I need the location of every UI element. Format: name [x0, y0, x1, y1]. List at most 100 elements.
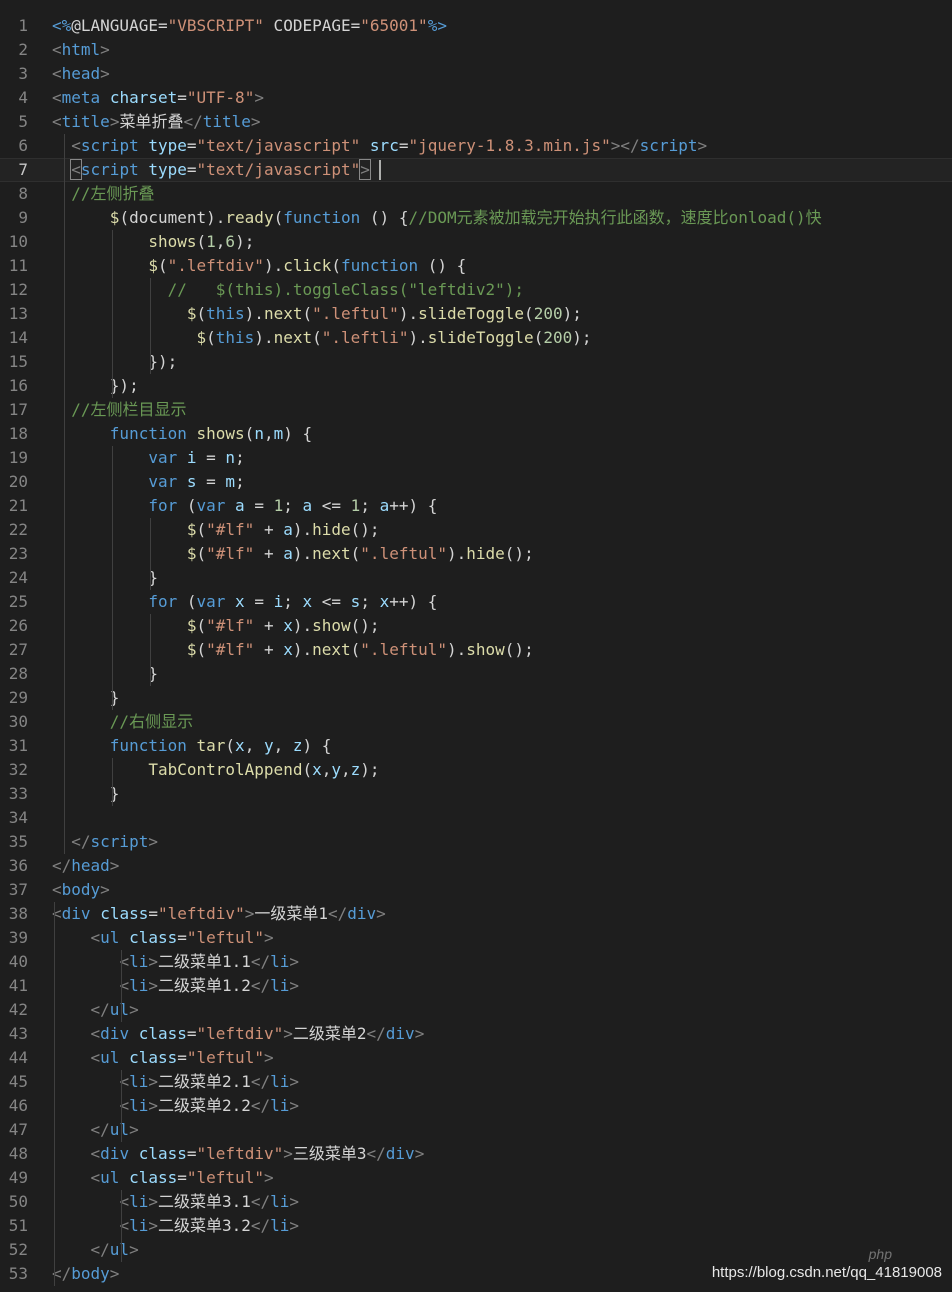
indent-guide [112, 446, 113, 710]
line-code: <ul class="leftul"> [52, 1166, 274, 1190]
code-line[interactable]: 41 <li>二级菜单1.2</li> [0, 974, 952, 998]
code-line[interactable]: 3 <head> [0, 62, 952, 86]
code-line[interactable]: 44 <ul class="leftul"> [0, 1046, 952, 1070]
code-line[interactable]: 40 <li>二级菜单1.1</li> [0, 950, 952, 974]
code-token: var [196, 496, 226, 515]
code-line[interactable]: 20 var s = m; [0, 470, 952, 494]
code-token: ul [100, 1048, 120, 1067]
php-logo: php [868, 1246, 892, 1262]
code-line[interactable]: 28 } [0, 662, 952, 686]
code-line[interactable]: 30 //右侧显示 [0, 710, 952, 734]
code-token: a [235, 496, 245, 515]
line-code: </body> [52, 1262, 119, 1286]
code-token: } [52, 664, 158, 683]
code-line[interactable]: 45 <li>二级菜单2.1</li> [0, 1070, 952, 1094]
code-line[interactable]: 7 <script type="text/javascript"> [0, 158, 952, 182]
indent-guide [112, 230, 113, 398]
indent-guide [64, 134, 65, 854]
code-line[interactable]: 6 <script type="text/javascript" src="jq… [0, 134, 952, 158]
code-line[interactable]: 46 <li>二级菜单2.2</li> [0, 1094, 952, 1118]
code-token: $ [186, 640, 197, 659]
code-line[interactable]: 1 <%@LANGUAGE="VBSCRIPT" CODEPAGE="65001"… [0, 14, 952, 38]
code-line[interactable]: 42 </ul> [0, 998, 952, 1022]
code-line[interactable]: 23 $("#lf" + a).next(".leftul").hide(); [0, 542, 952, 566]
code-line[interactable]: 11 $(".leftdiv").click(function () { [0, 254, 952, 278]
code-line[interactable]: 27 $("#lf" + x).next(".leftul").show(); [0, 638, 952, 662]
code-line[interactable]: 48 <div class="leftdiv">三级菜单3</div> [0, 1142, 952, 1166]
line-code: </ul> [52, 1118, 139, 1142]
code-line[interactable]: 34 [0, 806, 952, 830]
code-token: = [177, 88, 187, 107]
code-token: ( [206, 328, 216, 347]
code-token: class [129, 928, 178, 947]
code-token: y [331, 760, 342, 779]
code-line[interactable]: 37 <body> [0, 878, 952, 902]
code-line[interactable]: 4 <meta charset="UTF-8"> [0, 86, 952, 110]
code-token: li [129, 952, 149, 971]
code-line[interactable]: 2 <html> [0, 38, 952, 62]
code-token: 1 [206, 232, 216, 251]
line-number: 38 [8, 904, 28, 923]
code-token: </ [250, 952, 271, 971]
code-token: ( [196, 520, 207, 539]
code-line[interactable]: 51 <li>二级菜单3.2</li> [0, 1214, 952, 1238]
code-token: ). [447, 544, 467, 563]
code-line[interactable]: 29 } [0, 686, 952, 710]
code-token: "#lf" [206, 640, 255, 659]
code-line[interactable]: 31 function tar(x, y, z) { [0, 734, 952, 758]
code-editor[interactable]: 1 <%@LANGUAGE="VBSCRIPT" CODEPAGE="65001"… [0, 0, 952, 1292]
code-token: ). [292, 616, 313, 635]
code-line[interactable]: 36 </head> [0, 854, 952, 878]
line-code: function shows(n,m) { [52, 422, 312, 446]
code-token: var [148, 472, 178, 491]
code-line[interactable]: 26 $("#lf" + x).show(); [0, 614, 952, 638]
code-line[interactable]: 50 <li>二级菜单3.1</li> [0, 1190, 952, 1214]
code-token: div [100, 1144, 130, 1163]
code-line[interactable]: 16 }); [0, 374, 952, 398]
code-line[interactable]: 35 </script> [0, 830, 952, 854]
code-line[interactable]: 25 for (var x = i; x <= s; x++) { [0, 590, 952, 614]
code-token: $ [196, 328, 207, 347]
code-line[interactable]: 17 //左侧栏目显示 [0, 398, 952, 422]
code-line[interactable]: 49 <ul class="leftul"> [0, 1166, 952, 1190]
code-token: y [263, 736, 274, 755]
code-line[interactable]: 15 }); [0, 350, 952, 374]
code-line[interactable]: 18 function shows(n,m) { [0, 422, 952, 446]
code-line[interactable]: 10 shows(1,6); [0, 230, 952, 254]
code-line[interactable]: 47 </ul> [0, 1118, 952, 1142]
code-token: class [100, 904, 149, 923]
code-token: , [341, 760, 351, 779]
code-line[interactable]: 24 } [0, 566, 952, 590]
watermark-url: https://blog.csdn.net/qq_41819008 [711, 1264, 942, 1281]
code-line[interactable]: 12 // $(this).toggleClass("leftdiv2"); [0, 278, 952, 302]
code-line[interactable]: 33 } [0, 782, 952, 806]
code-line[interactable]: 43 <div class="leftdiv">二级菜单2</div> [0, 1022, 952, 1046]
code-line[interactable]: 8 //左侧折叠 [0, 182, 952, 206]
code-line[interactable]: 19 var i = n; [0, 446, 952, 470]
code-token: ). [408, 328, 428, 347]
code-line[interactable]: 52 </ul> [0, 1238, 952, 1262]
line-code: $("#lf" + a).hide(); [52, 518, 380, 542]
code-line[interactable]: 13 $(this).next(".leftul").slideToggle(2… [0, 302, 952, 326]
code-line[interactable]: 39 <ul class="leftul"> [0, 926, 952, 950]
indent-guide [121, 1190, 122, 1262]
code-line[interactable]: 32 TabControlAppend(x,y,z); [0, 758, 952, 782]
code-line[interactable]: 9 $(document).ready(function () {//DOM元素… [0, 206, 952, 230]
code-token: ). [263, 256, 284, 275]
code-line[interactable]: 14 $(this).next(".leftli").slideToggle(2… [0, 326, 952, 350]
code-line[interactable]: 21 for (var a = 1; a <= 1; a++) { [0, 494, 952, 518]
line-code: <li>二级菜单2.2</li> [52, 1094, 299, 1118]
code-token: li [270, 1216, 290, 1235]
line-number: 18 [8, 424, 28, 443]
code-line[interactable]: 38 <div class="leftdiv">一级菜单1</div> [0, 902, 952, 926]
line-code: <html> [52, 38, 110, 62]
code-token: $ [186, 616, 197, 635]
code-line[interactable]: 5 <title>菜单折叠</title> [0, 110, 952, 134]
code-line[interactable]: 22 $("#lf" + a).hide(); [0, 518, 952, 542]
code-token: li [270, 1192, 290, 1211]
code-token: //DOM元素被加载完开始执行此函数，速度比onload()快 [408, 208, 822, 227]
code-token: </ [90, 1000, 110, 1019]
